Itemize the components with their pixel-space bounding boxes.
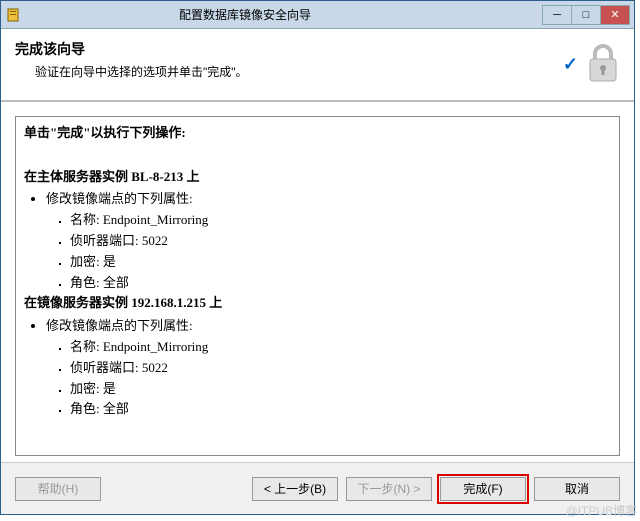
list-item: 修改镜像端点的下列属性: [46, 189, 611, 210]
page-subtitle: 验证在向导中选择的选项并单击"完成"。 [15, 63, 563, 80]
section-title: 在镜像服务器实例 192.168.1.215 上 [24, 293, 611, 314]
list-item: 角色: 全部 [70, 273, 611, 294]
back-button[interactable]: < 上一步(B) [252, 477, 338, 501]
titlebar: 配置数据库镜像安全向导 ─ □ ✕ [1, 1, 634, 29]
minimize-button[interactable]: ─ [542, 5, 572, 25]
list-item: 侦听器端口: 5022 [70, 231, 611, 252]
list-item: 名称: Endpoint_Mirroring [70, 337, 611, 358]
finish-button[interactable]: 完成(F) [440, 477, 526, 501]
window-controls: ─ □ ✕ [543, 5, 630, 25]
wizard-window: 配置数据库镜像安全向导 ─ □ ✕ 完成该向导 验证在向导中选择的选项并单击"完… [0, 0, 635, 515]
wizard-footer: 帮助(H) < 上一步(B) 下一步(N) > 完成(F) 取消 [1, 462, 634, 514]
page-title: 完成该向导 [15, 39, 563, 59]
cancel-button[interactable]: 取消 [534, 477, 620, 501]
list-item: 加密: 是 [70, 252, 611, 273]
section-title: 在主体服务器实例 BL-8-213 上 [24, 167, 611, 188]
list-item: 角色: 全部 [70, 399, 611, 420]
help-button[interactable]: 帮助(H) [15, 477, 101, 501]
list-item: 名称: Endpoint_Mirroring [70, 210, 611, 231]
wizard-header: 完成该向导 验证在向导中选择的选项并单击"完成"。 ✓ [1, 29, 634, 102]
list-item: 加密: 是 [70, 379, 611, 400]
list-item: 侦听器端口: 5022 [70, 358, 611, 379]
window-title: 配置数据库镜像安全向导 [27, 6, 543, 23]
summary-content: 单击"完成"以执行下列操作: 在主体服务器实例 BL-8-213 上 修改镜像端… [15, 116, 620, 456]
intro-text: 单击"完成"以执行下列操作: [24, 123, 611, 144]
app-icon [5, 7, 21, 23]
list-item: 修改镜像端点的下列属性: [46, 316, 611, 337]
maximize-button[interactable]: □ [571, 5, 601, 25]
watermark: @ITPUB博客 [565, 502, 637, 519]
close-button[interactable]: ✕ [600, 5, 630, 25]
next-button[interactable]: 下一步(N) > [346, 477, 432, 501]
lock-icon [586, 43, 620, 86]
checkmark-icon: ✓ [563, 54, 578, 75]
